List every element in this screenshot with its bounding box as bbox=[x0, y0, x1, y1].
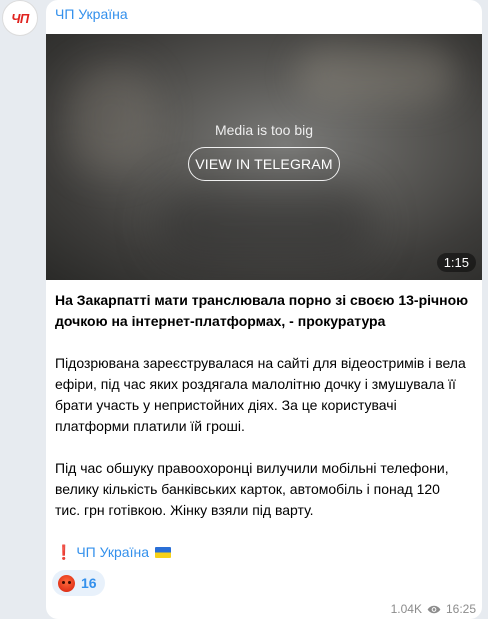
headline-line: На Закарпатті мати транслювала порно зі … bbox=[55, 292, 469, 308]
message-meta: 1.04K 16:25 bbox=[391, 602, 476, 616]
video-media-placeholder[interactable]: Media is too big VIEW IN TELEGRAM 1:15 bbox=[46, 34, 482, 280]
video-duration-badge: 1:15 bbox=[436, 253, 476, 272]
post-headline: На Закарпатті мати транслювала порно зі … bbox=[55, 290, 475, 332]
eye-icon bbox=[427, 605, 441, 613]
message-time: 16:25 bbox=[445, 602, 476, 616]
signature-link[interactable]: ЧП Україна bbox=[76, 544, 149, 560]
blurred-background bbox=[156, 184, 376, 264]
angry-face-icon bbox=[58, 574, 75, 592]
channel-name-link[interactable]: ЧП Україна bbox=[55, 6, 128, 22]
paragraph-line: платформи платили їй гроші. bbox=[55, 418, 245, 434]
paragraph-line: Під час обшуку правоохоронці вилучили мо… bbox=[55, 460, 449, 476]
ukraine-flag-icon bbox=[154, 547, 171, 558]
paragraph-line: велику кількість банківських карток, авт… bbox=[55, 481, 440, 497]
view-count: 1.04K bbox=[390, 602, 422, 616]
blurred-background bbox=[296, 44, 456, 104]
paragraph-line: брати участь у непристойних діях. За це … bbox=[55, 397, 397, 413]
blurred-background bbox=[66, 64, 156, 174]
post-paragraph: Під час обшуку правоохоронці вилучили мо… bbox=[55, 458, 475, 521]
channel-signature[interactable]: ❗ ЧП Україна bbox=[55, 542, 475, 563]
paragraph-line: тис. грн готівкою. Жінку взяли під варту… bbox=[55, 502, 314, 518]
post-text: На Закарпатті мати транслювала порно зі … bbox=[55, 290, 475, 563]
reaction-button[interactable]: 16 bbox=[52, 570, 105, 596]
post-paragraph: Підозрювана зареєструвалася на сайті для… bbox=[55, 353, 475, 437]
media-too-big-message: Media is too big bbox=[214, 122, 314, 138]
paragraph-line: Підозрювана зареєструвалася на сайті для… bbox=[55, 355, 466, 371]
paragraph-line: ефіри, під час яких роздягала малолітню … bbox=[55, 376, 456, 392]
headline-line: дочкою на інтернет-платформах, - прокура… bbox=[55, 313, 386, 329]
channel-avatar[interactable]: ЧП bbox=[2, 0, 38, 36]
view-in-telegram-button[interactable]: VIEW IN TELEGRAM bbox=[188, 147, 340, 181]
exclamation-icon: ❗ bbox=[55, 544, 73, 560]
message-bubble: ЧП Україна Media is too big VIEW IN TELE… bbox=[46, 0, 482, 619]
reaction-count: 16 bbox=[81, 575, 97, 591]
